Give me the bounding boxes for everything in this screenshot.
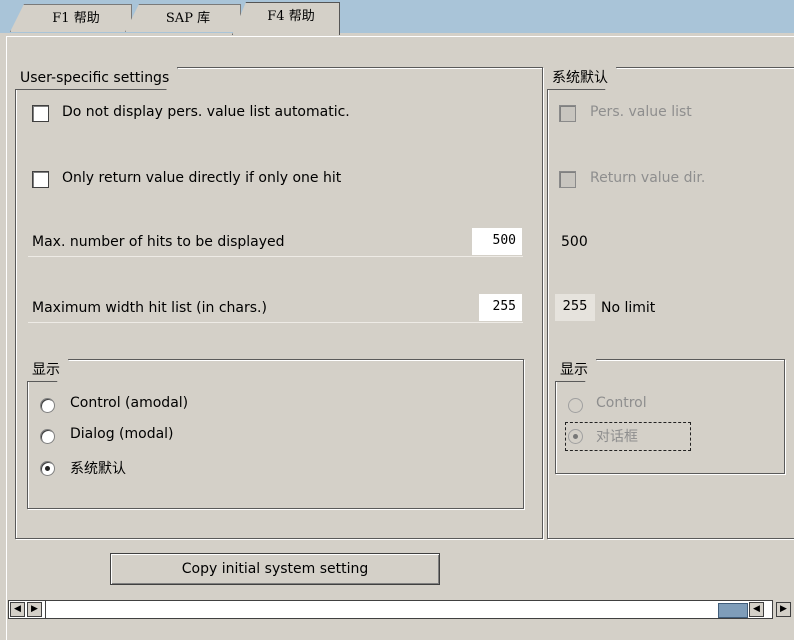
return-directly-label: Only return value directly if only one h… (62, 170, 342, 186)
radio-system-default[interactable] (40, 461, 55, 476)
scroll-thumb[interactable] (718, 603, 748, 618)
tab-f4-help[interactable]: F4 帮助 (232, 2, 340, 35)
horizontal-scrollbar[interactable]: ◀ ▶ ◀ (8, 600, 773, 619)
system-default-title: 系统默认 (547, 67, 617, 90)
max-width-label: Maximum width hit list (in chars.) (32, 300, 267, 316)
copy-initial-system-setting-button[interactable]: Copy initial system setting (110, 553, 440, 585)
tab-f1-help[interactable]: F1 帮助 (10, 4, 132, 32)
sys-max-hits-value: 500 (561, 234, 588, 250)
display-group-title: 显示 (27, 359, 69, 382)
sys-return-value-label: Return value dir. (590, 170, 706, 186)
radio-dialog-modal[interactable] (40, 429, 55, 444)
sys-return-value-checkbox (559, 171, 576, 188)
sys-max-width-value: 255 (555, 294, 595, 321)
radio-system-default-label: 系统默认 (70, 461, 126, 477)
tab-sap-library[interactable]: SAP 库 (125, 4, 241, 32)
max-width-input[interactable]: 255 (479, 294, 522, 321)
sys-radio-selected-dot (573, 434, 578, 439)
max-hits-label: Max. number of hits to be displayed (32, 234, 285, 250)
scroll-divider (45, 601, 46, 618)
radio-selected-dot (45, 466, 50, 471)
return-directly-checkbox[interactable] (32, 171, 49, 188)
max-hits-underline (28, 256, 523, 257)
sys-radio-dialog-label: 对话框 (596, 429, 638, 445)
no-auto-display-label: Do not display pers. value list automati… (62, 104, 350, 120)
sys-display-group-title: 显示 (555, 359, 597, 382)
max-width-underline (28, 322, 523, 323)
radio-dialog-modal-label: Dialog (modal) (70, 426, 174, 442)
display-group-frame: 显示 Control (amodal) Dialog (modal) 系统默认 (27, 359, 524, 509)
user-settings-title: User-specific settings (15, 67, 178, 90)
scroll-left-icon[interactable]: ◀ (10, 602, 25, 617)
radio-control-amodal[interactable] (40, 398, 55, 413)
sys-display-group-frame: 显示 Control 对话框 (555, 359, 785, 474)
tab-strip: F1 帮助 SAP 库 F4 帮助 (0, 0, 794, 35)
sys-pers-value-list-label: Pers. value list (590, 104, 692, 120)
no-auto-display-checkbox[interactable] (32, 105, 49, 122)
max-hits-input[interactable]: 500 (472, 228, 522, 255)
sys-radio-dialog (568, 429, 583, 444)
sys-no-limit-label: No limit (601, 300, 656, 316)
user-settings-frame: User-specific settings Do not display pe… (15, 67, 543, 539)
sys-pers-value-list-checkbox (559, 105, 576, 122)
sys-radio-control-label: Control (596, 395, 647, 411)
scroll-right-icon-2[interactable]: ▶ (776, 602, 791, 617)
scroll-left-icon-2[interactable]: ◀ (749, 602, 764, 617)
sys-radio-control (568, 398, 583, 413)
radio-control-amodal-label: Control (amodal) (70, 395, 189, 411)
system-default-frame: 系统默认 Pers. value list Return value dir. … (547, 67, 794, 539)
scroll-right-icon[interactable]: ▶ (27, 602, 42, 617)
